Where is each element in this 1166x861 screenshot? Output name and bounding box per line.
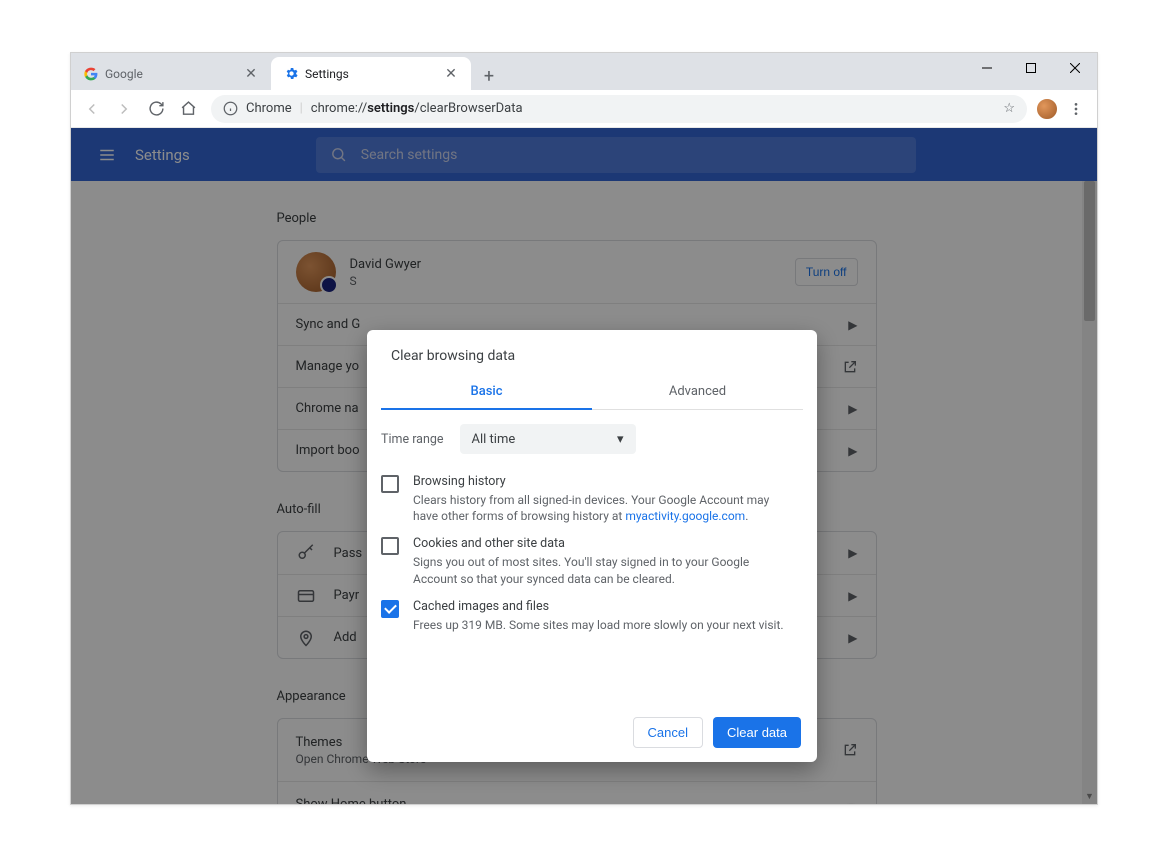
- tab-google[interactable]: Google ✕: [71, 57, 271, 90]
- profile-avatar-button[interactable]: [1035, 97, 1059, 121]
- reload-button[interactable]: [141, 94, 171, 124]
- option-desc: Frees up 319 MB. Some sites may load mor…: [413, 617, 784, 633]
- chrome-label: Chrome: [246, 101, 292, 116]
- close-window-button[interactable]: [1053, 53, 1097, 83]
- checkbox[interactable]: [381, 475, 399, 493]
- checkbox[interactable]: [381, 600, 399, 618]
- close-tab-icon[interactable]: ✕: [243, 66, 259, 82]
- content-area: Settings Search settings ▼ People David …: [71, 128, 1097, 804]
- dialog-tabs: Basic Advanced: [381, 374, 803, 410]
- browser-window: Google ✕ Settings ✕ + Chrome | chrome://…: [70, 52, 1098, 805]
- tab-settings[interactable]: Settings ✕: [271, 57, 471, 90]
- site-info-icon[interactable]: [223, 101, 238, 116]
- address-bar[interactable]: Chrome | chrome://settings/clearBrowserD…: [211, 95, 1027, 123]
- tab-basic[interactable]: Basic: [381, 374, 592, 409]
- back-button[interactable]: [77, 94, 107, 124]
- checkbox[interactable]: [381, 537, 399, 555]
- chevron-down-icon: ▾: [617, 432, 624, 447]
- option-browsing-history[interactable]: Browsing history Clears history from all…: [367, 462, 817, 524]
- time-range-value: All time: [472, 432, 516, 447]
- window-controls: [965, 53, 1097, 83]
- home-button[interactable]: [173, 94, 203, 124]
- option-cache[interactable]: Cached images and files Frees up 319 MB.…: [367, 587, 817, 633]
- myactivity-link[interactable]: myactivity.google.com: [625, 509, 745, 523]
- forward-button[interactable]: [109, 94, 139, 124]
- option-title: Browsing history: [413, 474, 795, 489]
- maximize-button[interactable]: [1009, 53, 1053, 83]
- option-cookies[interactable]: Cookies and other site data Signs you ou…: [367, 524, 817, 586]
- minimize-button[interactable]: [965, 53, 1009, 83]
- google-favicon: [83, 66, 99, 82]
- cancel-button[interactable]: Cancel: [633, 717, 703, 748]
- new-tab-button[interactable]: +: [475, 62, 503, 90]
- clear-data-button[interactable]: Clear data: [713, 717, 801, 748]
- bookmark-icon[interactable]: ☆: [1003, 101, 1015, 116]
- option-title: Cookies and other site data: [413, 536, 795, 551]
- close-tab-icon[interactable]: ✕: [443, 66, 459, 82]
- clear-data-dialog: Clear browsing data Basic Advanced Time …: [367, 330, 817, 762]
- time-range-dropdown[interactable]: All time ▾: [460, 424, 636, 454]
- option-desc: Clears history from all signed-in device…: [413, 492, 795, 524]
- tab-strip: Google ✕ Settings ✕ +: [71, 53, 1097, 90]
- tab-advanced[interactable]: Advanced: [592, 374, 803, 409]
- toolbar: Chrome | chrome://settings/clearBrowserD…: [71, 90, 1097, 128]
- tab-title: Settings: [305, 67, 437, 81]
- url-text: chrome://settings/clearBrowserData: [311, 101, 523, 116]
- option-desc: Signs you out of most sites. You'll stay…: [413, 554, 795, 586]
- time-range-label: Time range: [381, 432, 444, 447]
- tab-title: Google: [105, 67, 237, 81]
- menu-button[interactable]: [1061, 94, 1091, 124]
- dialog-title: Clear browsing data: [367, 330, 817, 374]
- gear-icon: [283, 66, 299, 82]
- option-title: Cached images and files: [413, 599, 784, 614]
